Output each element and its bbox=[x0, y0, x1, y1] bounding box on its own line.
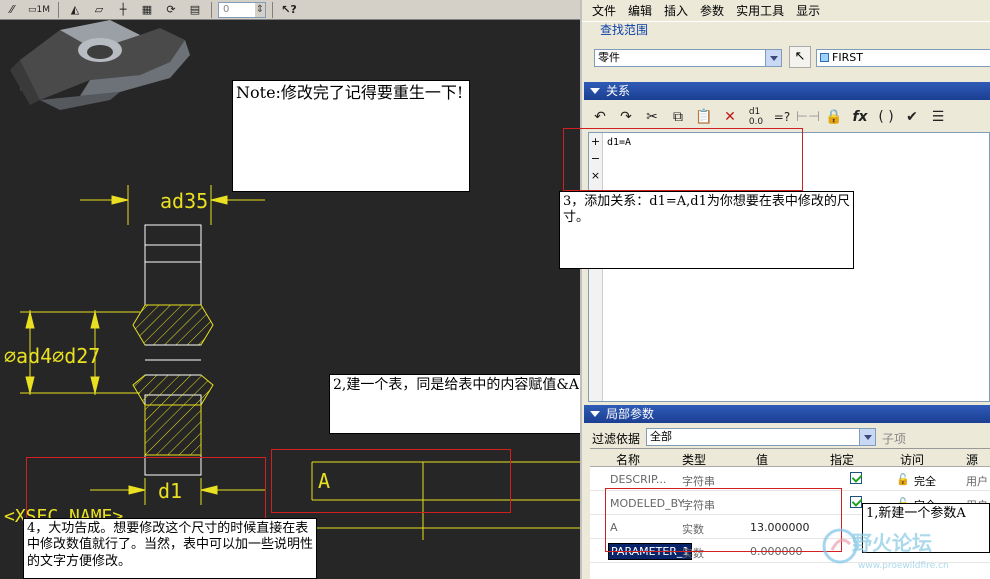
dim-diameters[interactable]: ∅ad4∅d27 bbox=[4, 310, 140, 395]
remove-line-icon[interactable]: − bbox=[589, 150, 602, 167]
chevron-down-icon[interactable] bbox=[765, 50, 781, 66]
value-spinner[interactable]: 0 ⇕ bbox=[218, 1, 266, 18]
part-icon bbox=[820, 53, 829, 62]
menu-parameters[interactable]: 参数 bbox=[694, 2, 730, 19]
collapse-icon[interactable] bbox=[590, 88, 600, 94]
designate-checkbox[interactable] bbox=[850, 472, 862, 484]
scope-select[interactable]: 零件 bbox=[594, 49, 782, 67]
menu-file[interactable]: 文件 bbox=[586, 2, 622, 19]
sub-item-label: 子项 bbox=[882, 432, 907, 446]
note-callout: Note:修改完了记得要重生一下! bbox=[232, 80, 470, 192]
cad-toolbar: ⁄⁄ ▭1M ◭ ▱ ┼ ▦ ⟳ ▤ 0 ⇕ ↖? bbox=[0, 0, 580, 20]
param-name-editing[interactable]: PARAMETER_1 bbox=[608, 543, 693, 560]
delete-icon[interactable]: ✕ bbox=[718, 106, 742, 128]
menu-edit[interactable]: 编辑 bbox=[622, 2, 658, 19]
list-icon[interactable]: ☰ bbox=[926, 106, 950, 128]
relations-header[interactable]: 关系 bbox=[584, 82, 990, 100]
select-arrow-button[interactable]: ↖ bbox=[789, 46, 811, 68]
part-preview bbox=[10, 20, 190, 110]
step3-callout: 3，添加关系：d1=A,d1为你想要在表中修改的尺寸。 bbox=[559, 191, 854, 269]
refresh-icon[interactable]: ⟳ bbox=[161, 1, 181, 19]
datum-icon[interactable]: ⁄⁄ bbox=[2, 1, 22, 19]
lock-icon[interactable]: 🔒 bbox=[822, 106, 846, 128]
menu-utilities[interactable]: 实用工具 bbox=[730, 2, 790, 19]
filter-row: 过滤依据 全部 子项 bbox=[584, 426, 990, 448]
table-row[interactable]: DESCRIP... 字符串 🔓 完全 用户 bbox=[590, 468, 990, 491]
collapse-icon[interactable] bbox=[590, 411, 600, 417]
table-cell-a: A bbox=[318, 469, 330, 493]
menu-insert[interactable]: 插入 bbox=[658, 2, 694, 19]
model-field[interactable]: FIRST bbox=[816, 49, 990, 67]
designate-checkbox[interactable] bbox=[850, 496, 862, 508]
svg-text:www.proewildfire.cn: www.proewildfire.cn bbox=[858, 561, 949, 571]
paste-icon[interactable]: 📋 bbox=[692, 106, 716, 128]
dim-ad35-label: ad35 bbox=[160, 189, 208, 213]
cut-icon[interactable]: ✂ bbox=[640, 106, 664, 128]
dim-d1[interactable]: d1 bbox=[90, 478, 265, 505]
evaluate-icon[interactable]: =? bbox=[770, 106, 794, 128]
step4-callout: 4，大功告成。想要修改这个尺寸的时候直接在表中修改数值就行了。当然，表中可以加一… bbox=[23, 518, 317, 579]
function-icon[interactable]: fx bbox=[848, 106, 872, 128]
forum-logo: 野火论坛 www.proewildfire.cn bbox=[822, 528, 949, 571]
dim-toggle-icon[interactable]: d1 0.0 bbox=[744, 106, 768, 128]
params-header[interactable]: 局部参数 bbox=[584, 405, 990, 423]
relation-text[interactable]: d1=A bbox=[607, 137, 631, 148]
svg-text:野火论坛: 野火论坛 bbox=[852, 531, 932, 555]
search-scope-title: 查找范围 bbox=[600, 23, 649, 37]
hatch-region bbox=[132, 304, 214, 456]
add-line-icon[interactable]: + bbox=[589, 133, 602, 150]
table-header: 名称 类型 值 指定 访问 源 bbox=[590, 449, 990, 467]
table-icon[interactable]: ▦ bbox=[137, 1, 157, 19]
folder-icon[interactable]: ▱ bbox=[89, 1, 109, 19]
verify-icon[interactable]: ✔ bbox=[900, 106, 924, 128]
filter-label: 过滤依据 bbox=[592, 432, 641, 446]
scale-icon[interactable]: ▭1M bbox=[26, 1, 52, 19]
chevron-down-icon[interactable] bbox=[859, 429, 875, 445]
brackets-icon[interactable]: ( ) bbox=[874, 106, 898, 128]
menu-display[interactable]: 显示 bbox=[790, 2, 826, 19]
undo-icon[interactable]: ↶ bbox=[588, 106, 612, 128]
grid-icon[interactable]: ▤ bbox=[185, 1, 205, 19]
redo-icon[interactable]: ↷ bbox=[614, 106, 638, 128]
step2-callout: 2,建一个表，同是给表中的内容赋值&A bbox=[329, 374, 609, 434]
tree-icon[interactable]: ┼ bbox=[113, 1, 133, 19]
filter-select[interactable]: 全部 bbox=[646, 428, 876, 446]
lock-icon: 🔓 bbox=[896, 473, 910, 486]
dim-diameters-label: ∅ad4∅d27 bbox=[4, 344, 100, 368]
dim-d1-label: d1 bbox=[158, 479, 182, 503]
sort-icon[interactable]: ⊢⊣ bbox=[796, 106, 820, 128]
clear-icon[interactable]: × bbox=[589, 167, 602, 184]
shade-icon[interactable]: ◭ bbox=[65, 1, 85, 19]
copy-icon[interactable]: ⧉ bbox=[666, 106, 690, 128]
relations-toolbar: ↶ ↷ ✂ ⧉ 📋 ✕ d1 0.0 =? ⊢⊣ 🔒 fx ( ) ✔ ☰ bbox=[584, 104, 990, 130]
help-icon[interactable]: ↖? bbox=[279, 1, 299, 19]
menu-bar: 文件 编辑 插入 参数 实用工具 显示 bbox=[582, 0, 990, 22]
